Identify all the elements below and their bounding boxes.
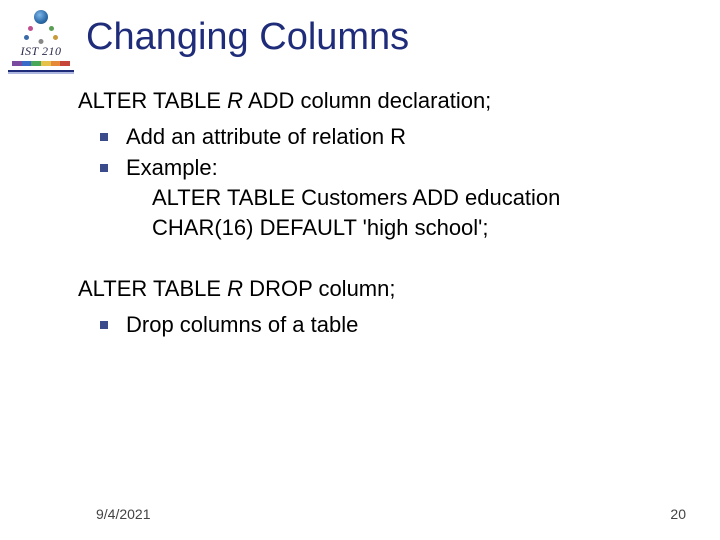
- example-line-2: CHAR(16) DEFAULT 'high school';: [152, 213, 680, 243]
- drop-bullets: Drop columns of a table: [78, 310, 680, 340]
- logo-icon: [24, 10, 58, 42]
- section-drop: ALTER TABLE R DROP column; Drop columns …: [78, 274, 680, 339]
- footer-date: 9/4/2021: [96, 506, 151, 522]
- content: ALTER TABLE R ADD column declaration; Ad…: [0, 66, 720, 340]
- slide-title: Changing Columns: [86, 18, 409, 58]
- syntax-add-rel: R: [227, 88, 243, 113]
- example-line-1: ALTER TABLE Customers ADD education: [152, 183, 680, 213]
- bullet-add-attribute: Add an attribute of relation R: [100, 122, 680, 152]
- slide: IST 210 Changing Columns ALTER TABLE R A…: [0, 0, 720, 540]
- logo-label: IST 210: [21, 44, 62, 59]
- bullet-text: Example:: [126, 155, 218, 180]
- syntax-add-part1: ALTER TABLE: [78, 88, 227, 113]
- bullet-text: Add an attribute of relation R: [126, 124, 406, 149]
- footer: 9/4/2021 20: [0, 506, 720, 522]
- example-code: ALTER TABLE Customers ADD education CHAR…: [126, 183, 680, 242]
- syntax-drop-part1: ALTER TABLE: [78, 276, 227, 301]
- syntax-add: ALTER TABLE R ADD column declaration;: [78, 86, 680, 116]
- title-underline: [8, 70, 74, 72]
- footer-page: 20: [670, 506, 686, 522]
- bullet-text: Drop columns of a table: [126, 312, 358, 337]
- syntax-add-part2: ADD column declaration;: [243, 88, 491, 113]
- syntax-drop-rel: R: [227, 276, 243, 301]
- syntax-drop: ALTER TABLE R DROP column;: [78, 274, 680, 304]
- bullet-drop: Drop columns of a table: [100, 310, 680, 340]
- bullet-example: Example: ALTER TABLE Customers ADD educa…: [100, 153, 680, 242]
- add-bullets: Add an attribute of relation R Example: …: [78, 122, 680, 243]
- rainbow-bar: [12, 61, 70, 66]
- syntax-drop-part2: DROP column;: [243, 276, 395, 301]
- logo: IST 210: [10, 10, 72, 66]
- header-row: IST 210 Changing Columns: [0, 0, 720, 66]
